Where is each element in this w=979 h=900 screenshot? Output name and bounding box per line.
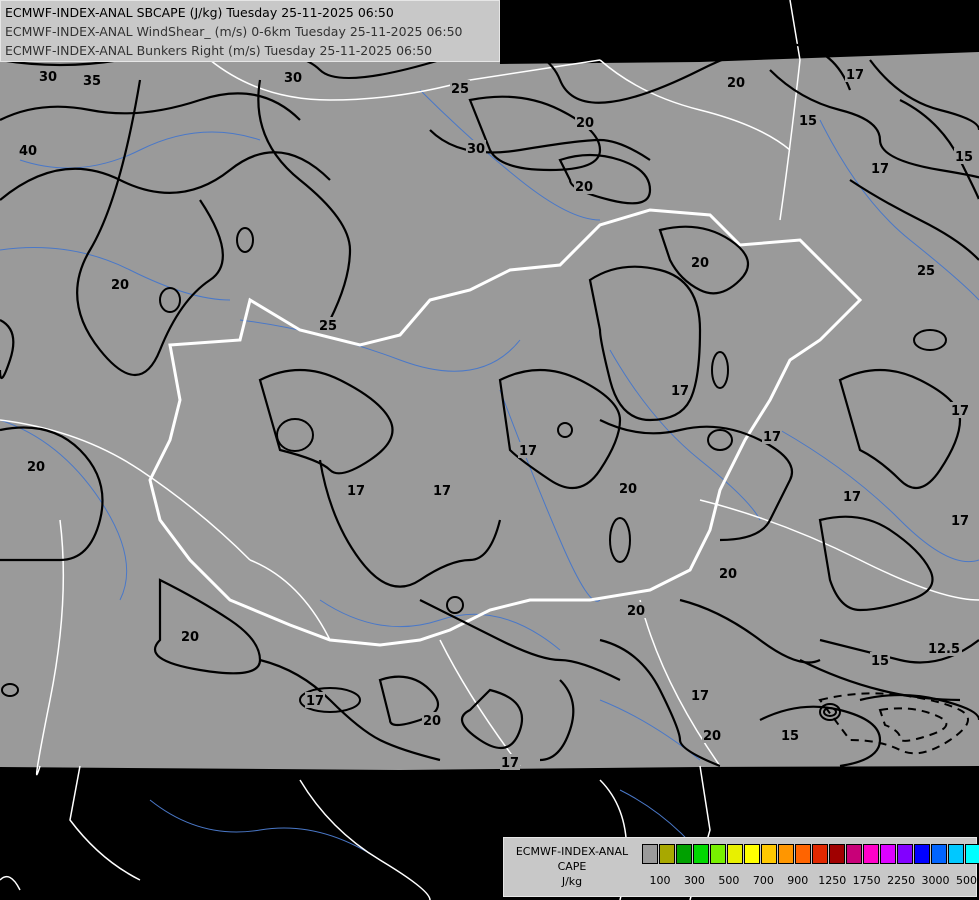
contour-label: 17 [501, 756, 519, 771]
contour-label: 25 [319, 319, 337, 334]
title-line-bunkers: ECMWF-INDEX-ANAL Bunkers Right (m/s) Tue… [5, 43, 433, 58]
contour-label: 12.5 [928, 642, 960, 657]
legend-swatch [727, 844, 743, 864]
contour-label: 17 [951, 404, 969, 419]
legend-tick-label: 500 [718, 874, 740, 887]
legend-tick-label: 5000 [956, 874, 979, 887]
title-line-cape: ECMWF-INDEX-ANAL SBCAPE (J/kg) Tuesday 2… [5, 5, 394, 20]
contour-label: 20 [181, 630, 199, 645]
legend-ticks: 100 300 500 700 900 1250 1750 2250 3000 5000 [634, 874, 979, 890]
contour-label: 35 [83, 74, 101, 89]
legend-title-unit: J/kg [561, 875, 583, 888]
legend-swatch [829, 844, 845, 864]
contour-label: 20 [27, 460, 45, 475]
contour-label: 30 [39, 70, 57, 85]
contour-label: 20 [719, 567, 737, 582]
legend-title: ECMWF-INDEX-ANAL CAPE J/kg [506, 844, 638, 889]
contour-label: 17 [763, 430, 781, 445]
contour-label: 17 [871, 162, 889, 177]
contour-label: 20 [627, 604, 645, 619]
contour-label: 20 [423, 714, 441, 729]
legend-swatch [659, 844, 675, 864]
legend-tick-label: 700 [752, 874, 774, 887]
contour-label: 15 [781, 729, 799, 744]
legend-swatch [846, 844, 862, 864]
contour-label: 20 [727, 76, 745, 91]
legend-tick-label: 300 [683, 874, 705, 887]
contour-label: 17 [306, 694, 324, 709]
legend-swatch [897, 844, 913, 864]
legend-tick-label: 1250 [818, 874, 847, 887]
legend-tick-label: 1750 [852, 874, 881, 887]
legend-swatches [642, 844, 979, 864]
contour-label: 17 [671, 384, 689, 399]
contour-label: 20 [575, 180, 593, 195]
contour-label: 17 [843, 490, 861, 505]
contour-label: 15 [871, 654, 889, 669]
legend-swatch [931, 844, 947, 864]
model-domain [0, 0, 979, 770]
contour-label: 30 [467, 142, 485, 157]
legend-swatch [642, 844, 658, 864]
contour-label: 20 [703, 729, 721, 744]
legend-tick-label: 3000 [921, 874, 950, 887]
contour-label: 17 [347, 484, 365, 499]
contour-label: 20 [691, 256, 709, 271]
title-line-windshear: ECMWF-INDEX-ANAL WindShear_ (m/s) 0-6km … [5, 24, 463, 39]
contour-label: 17 [519, 444, 537, 459]
legend-swatch [812, 844, 828, 864]
contour-label: 15 [955, 150, 973, 165]
contour-label: 17 [846, 68, 864, 83]
contour-label: 17 [433, 484, 451, 499]
contour-label: 25 [451, 82, 469, 97]
legend-title-variable: CAPE [557, 860, 587, 873]
legend-swatch [914, 844, 930, 864]
legend-tick-label: 100 [649, 874, 671, 887]
legend-tick-label: 2250 [887, 874, 916, 887]
legend-swatch [676, 844, 692, 864]
contour-label: 20 [576, 116, 594, 131]
legend-swatch [863, 844, 879, 864]
legend-swatch [948, 844, 964, 864]
legend-swatch [965, 844, 979, 864]
legend-tick-label: 900 [787, 874, 809, 887]
legend-swatch [778, 844, 794, 864]
contour-label: 25 [917, 264, 935, 279]
contour-label: 20 [111, 278, 129, 293]
legend-swatch [693, 844, 709, 864]
legend-swatch [761, 844, 777, 864]
legend-swatch [880, 844, 896, 864]
legend-swatch [710, 844, 726, 864]
legend-swatch [744, 844, 760, 864]
contour-label: 30 [284, 71, 302, 86]
legend-swatch [795, 844, 811, 864]
weather-map: 30 35 30 25 40 30 20 20 20 17 15 17 15 25 20 25 20 20 17 17… [0, 0, 979, 900]
contour-label: 40 [19, 144, 37, 159]
title-box: ECMWF-INDEX-ANAL SBCAPE (J/kg) Tuesday 2… [0, 0, 500, 62]
contour-label: 15 [799, 114, 817, 129]
cape-legend: ECMWF-INDEX-ANAL CAPE J/kg 100 300 500 700 9… [503, 837, 979, 897]
legend-title-model: ECMWF-INDEX-ANAL [515, 845, 629, 858]
contour-label: 20 [619, 482, 637, 497]
contour-label: 17 [951, 514, 969, 529]
contour-label: 17 [691, 689, 709, 704]
